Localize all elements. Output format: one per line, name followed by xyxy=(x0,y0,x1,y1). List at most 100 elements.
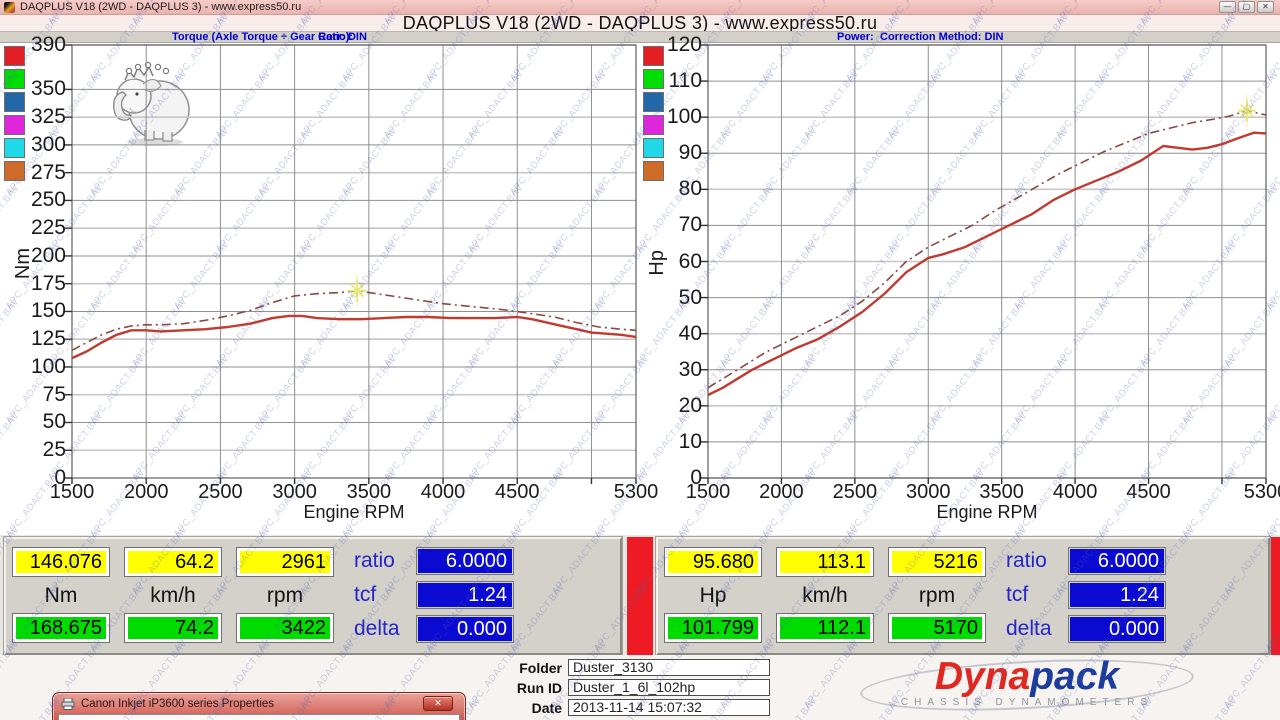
delta-label: delta xyxy=(354,615,424,643)
power-unit-label: Hp xyxy=(664,581,762,611)
dialog-title: Canon Inkjet iP3600 series Properties xyxy=(81,698,274,710)
torque-x-tick: 3500 xyxy=(332,482,406,503)
dialog-titlebar: Canon Inkjet iP3600 series Properties xyxy=(53,693,465,715)
power-y-tick: 70 xyxy=(638,214,702,236)
dynapack-logo: Dynapack CHASSIS DYNAMOMETERS xyxy=(860,657,1194,715)
power-x-tick: 3500 xyxy=(965,482,1039,503)
power-readout-panel: 95.680 113.1 5216 Hp km/h rpm 101.799 11… xyxy=(656,537,1270,655)
power-live-value-box: 95.680 xyxy=(664,547,762,577)
tcf-label: tcf xyxy=(1006,581,1076,609)
power-y-tick: 30 xyxy=(638,359,702,381)
rpm-peak-value-box: 5170 xyxy=(888,613,986,643)
power-y-tick: 90 xyxy=(638,142,702,164)
power-peak-value-box: 101.799 xyxy=(664,613,762,643)
torque-plot xyxy=(72,45,636,478)
logo-text-dyna: Dyna xyxy=(935,655,1030,698)
torque-y-tick: 125 xyxy=(2,328,66,350)
date-label: Date xyxy=(492,700,562,717)
torque-x-tick: 2500 xyxy=(183,482,257,503)
power-y-tick: 100 xyxy=(638,106,702,128)
logo-text-pack: pack xyxy=(1030,655,1119,698)
power-measured-curve xyxy=(708,133,1266,395)
torque-y-tick: 390 xyxy=(2,34,66,56)
power-y-tick: 60 xyxy=(638,251,702,273)
power-x-tick: 1500 xyxy=(671,482,745,503)
torque-live-value-box: 146.076 xyxy=(12,547,110,577)
power-y-tick: 10 xyxy=(638,431,702,453)
delta-value-box: 0.000 xyxy=(416,615,514,643)
speed-peak-value-box: 74.2 xyxy=(124,613,222,643)
power-x-tick: 4000 xyxy=(1038,482,1112,503)
power-x-axis-label: Engine RPM xyxy=(907,502,1067,523)
rpm-live-value-box: 2961 xyxy=(236,547,334,577)
speed-live-value-box: 64.2 xyxy=(124,547,222,577)
peak-marker-icon xyxy=(1238,95,1256,127)
peak-marker-icon xyxy=(348,275,366,307)
power-x-tick: 2000 xyxy=(744,482,818,503)
torque-measured-curve xyxy=(72,316,636,358)
right-edge-bar xyxy=(1270,537,1280,658)
rpm-peak-value-box: 3422 xyxy=(236,613,334,643)
speed-live-value-box: 113.1 xyxy=(776,547,874,577)
rpm-unit-label: rpm xyxy=(236,581,334,611)
torque-peak-value-box: 168.675 xyxy=(12,613,110,643)
app-window: DAQPLUS V18 (2WD - DAQPLUS 3) - www.expr… xyxy=(0,0,1280,720)
printer-icon xyxy=(61,698,75,710)
rpm-unit-label: rpm xyxy=(888,581,986,611)
tcf-value-box: 1.24 xyxy=(416,581,514,609)
torque-y-tick: 325 xyxy=(2,106,66,128)
torque-y-tick: 150 xyxy=(2,300,66,322)
power-y-tick: 110 xyxy=(638,70,702,92)
folder-label: Folder xyxy=(492,660,562,677)
torque-readout-panel: 146.076 64.2 2961 Nm km/h rpm 168.675 74… xyxy=(4,537,622,655)
torque-x-tick: 4500 xyxy=(480,482,554,503)
torque-y-tick: 50 xyxy=(2,411,66,433)
tcf-value-box: 1.24 xyxy=(1068,581,1166,609)
tcf-label: tcf xyxy=(354,581,424,609)
logo-subtitle: CHASSIS DYNAMOMETERS xyxy=(860,697,1194,708)
power-y-tick: 20 xyxy=(638,395,702,417)
torque-y-tick: 250 xyxy=(2,189,66,211)
delta-value-box: 0.000 xyxy=(1068,615,1166,643)
power-y-tick: 40 xyxy=(638,323,702,345)
torque-x-tick: 4000 xyxy=(406,482,480,503)
speed-unit-label: km/h xyxy=(776,581,874,611)
torque-unit-label: Nm xyxy=(12,581,110,611)
torque-y-tick: 300 xyxy=(2,134,66,156)
torque-corrected-curve xyxy=(72,291,636,351)
torque-x-axis-label: Engine RPM xyxy=(274,502,434,523)
torque-y-tick: 225 xyxy=(2,217,66,239)
date-field[interactable]: 2013-11-14 15:07:32 xyxy=(568,699,770,716)
torque-x-tick: 1500 xyxy=(35,482,109,503)
dialog-close-button[interactable]: ✕ xyxy=(423,696,453,711)
speed-peak-value-box: 112.1 xyxy=(776,613,874,643)
power-x-tick: 5300 xyxy=(1229,482,1280,503)
torque-y-tick: 75 xyxy=(2,384,66,406)
torque-y-tick: 200 xyxy=(2,245,66,267)
folder-field[interactable]: Duster_3130 xyxy=(568,659,770,676)
torque-y-tick: 350 xyxy=(2,78,66,100)
torque-x-tick: 2000 xyxy=(109,482,183,503)
ratio-value-box: 6.0000 xyxy=(1068,547,1166,575)
power-x-tick: 4500 xyxy=(1112,482,1186,503)
ratio-value-box: 6.0000 xyxy=(416,547,514,575)
run-id-label: Run ID xyxy=(492,680,562,697)
power-corrected-curve xyxy=(708,111,1266,388)
center-divider-bar xyxy=(627,537,653,658)
power-x-tick: 2500 xyxy=(818,482,892,503)
torque-y-tick: 175 xyxy=(2,273,66,295)
power-y-tick: 120 xyxy=(638,34,702,56)
power-plot xyxy=(708,45,1266,478)
speed-unit-label: km/h xyxy=(124,581,222,611)
run-id-field[interactable]: Duster_1_6l_102hp xyxy=(568,679,770,696)
printer-properties-dialog[interactable]: Canon Inkjet iP3600 series Properties ✕ xyxy=(52,692,466,720)
power-y-tick: 50 xyxy=(638,287,702,309)
delta-label: delta xyxy=(1006,615,1076,643)
power-x-tick: 3000 xyxy=(891,482,965,503)
ratio-label: ratio xyxy=(1006,547,1076,575)
torque-y-tick: 25 xyxy=(2,439,66,461)
power-y-tick: 80 xyxy=(638,178,702,200)
torque-x-tick: 3000 xyxy=(258,482,332,503)
torque-y-tick: 100 xyxy=(2,356,66,378)
rpm-live-value-box: 5216 xyxy=(888,547,986,577)
